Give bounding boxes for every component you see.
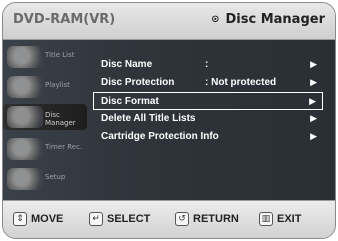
menu-item-value: : (205, 59, 209, 70)
menu-item-cartridge-protection-info[interactable]: Cartridge Protection Info ▶ (93, 128, 323, 146)
section-title: ⊙ Disc Manager (211, 12, 325, 27)
section-label: Disc Manager (225, 12, 326, 27)
setup-icon (7, 168, 43, 190)
menu-item-label: Disc Protection (101, 77, 175, 88)
exit-button[interactable]: ▥ EXIT (259, 211, 301, 227)
sidebar-item-title-list[interactable]: Title List (3, 44, 87, 70)
sidebar-item-label: Timer Rec. (45, 143, 83, 151)
disc-type-title: DVD-RAM(VR) (13, 12, 116, 27)
move-button[interactable]: ⇕ MOVE (13, 211, 63, 227)
sidebar-item-label: Disc Manager (45, 111, 76, 127)
right-arrow-icon: ▶ (310, 114, 317, 124)
main-panel: Title List Playlist Disc Manager Timer R… (3, 40, 335, 200)
sidebar: Title List Playlist Disc Manager Timer R… (3, 40, 89, 200)
right-arrow-icon: ▶ (310, 60, 317, 70)
right-arrow-icon: ▶ (310, 132, 317, 142)
exit-icon: ▥ (259, 212, 273, 226)
sidebar-item-disc-manager[interactable]: Disc Manager (3, 104, 87, 130)
move-label: MOVE (31, 213, 64, 225)
disc-icon: ⊙ (211, 14, 220, 25)
sidebar-item-setup[interactable]: Setup (3, 166, 87, 192)
updown-arrow-icon: ⇕ (13, 212, 27, 226)
select-label: SELECT (107, 213, 151, 225)
menu-item-disc-protection[interactable]: Disc Protection : Not protected ▶ (93, 74, 323, 92)
enter-icon: ↵ (89, 212, 103, 226)
title-list-icon (7, 46, 43, 68)
sidebar-item-playlist[interactable]: Playlist (3, 74, 87, 100)
menu-item-label: Disc Name (101, 59, 153, 70)
disc-manager-icon (7, 106, 43, 128)
footer-bar: ⇕ MOVE ↵ SELECT ↺ RETURN ▥ EXIT (3, 200, 335, 238)
timer-icon (7, 138, 43, 160)
menu-item-label: Disc Format (101, 96, 159, 107)
return-button[interactable]: ↺ RETURN (175, 211, 239, 227)
playlist-icon (7, 76, 43, 98)
return-icon: ↺ (175, 212, 189, 226)
sidebar-item-label: Title List (45, 51, 75, 59)
menu-item-disc-name[interactable]: Disc Name : ▶ (93, 56, 323, 74)
sidebar-item-timer[interactable]: Timer Rec. (3, 136, 87, 162)
menu-item-label: Cartridge Protection Info (101, 131, 219, 142)
right-arrow-icon: ▶ (310, 78, 317, 88)
menu-item-delete-all-title-lists[interactable]: Delete All Title Lists ▶ (93, 110, 323, 128)
menu-item-disc-format[interactable]: Disc Format ▶ (93, 92, 323, 110)
return-label: RETURN (193, 213, 239, 225)
sidebar-item-label: Setup (45, 173, 66, 181)
menu-item-value: : Not protected (205, 77, 277, 88)
exit-label: EXIT (277, 213, 302, 225)
osd-window: DVD-RAM(VR) ⊙ Disc Manager Title List Pla… (2, 2, 336, 239)
select-button[interactable]: ↵ SELECT (89, 211, 150, 227)
right-arrow-icon: ▶ (309, 97, 316, 107)
header-bar: DVD-RAM(VR) ⊙ Disc Manager (3, 3, 335, 40)
sidebar-item-label: Playlist (45, 81, 70, 89)
menu-item-label: Delete All Title Lists (101, 113, 196, 124)
menu-list: Disc Name : ▶ Disc Protection : Not prot… (93, 56, 323, 146)
